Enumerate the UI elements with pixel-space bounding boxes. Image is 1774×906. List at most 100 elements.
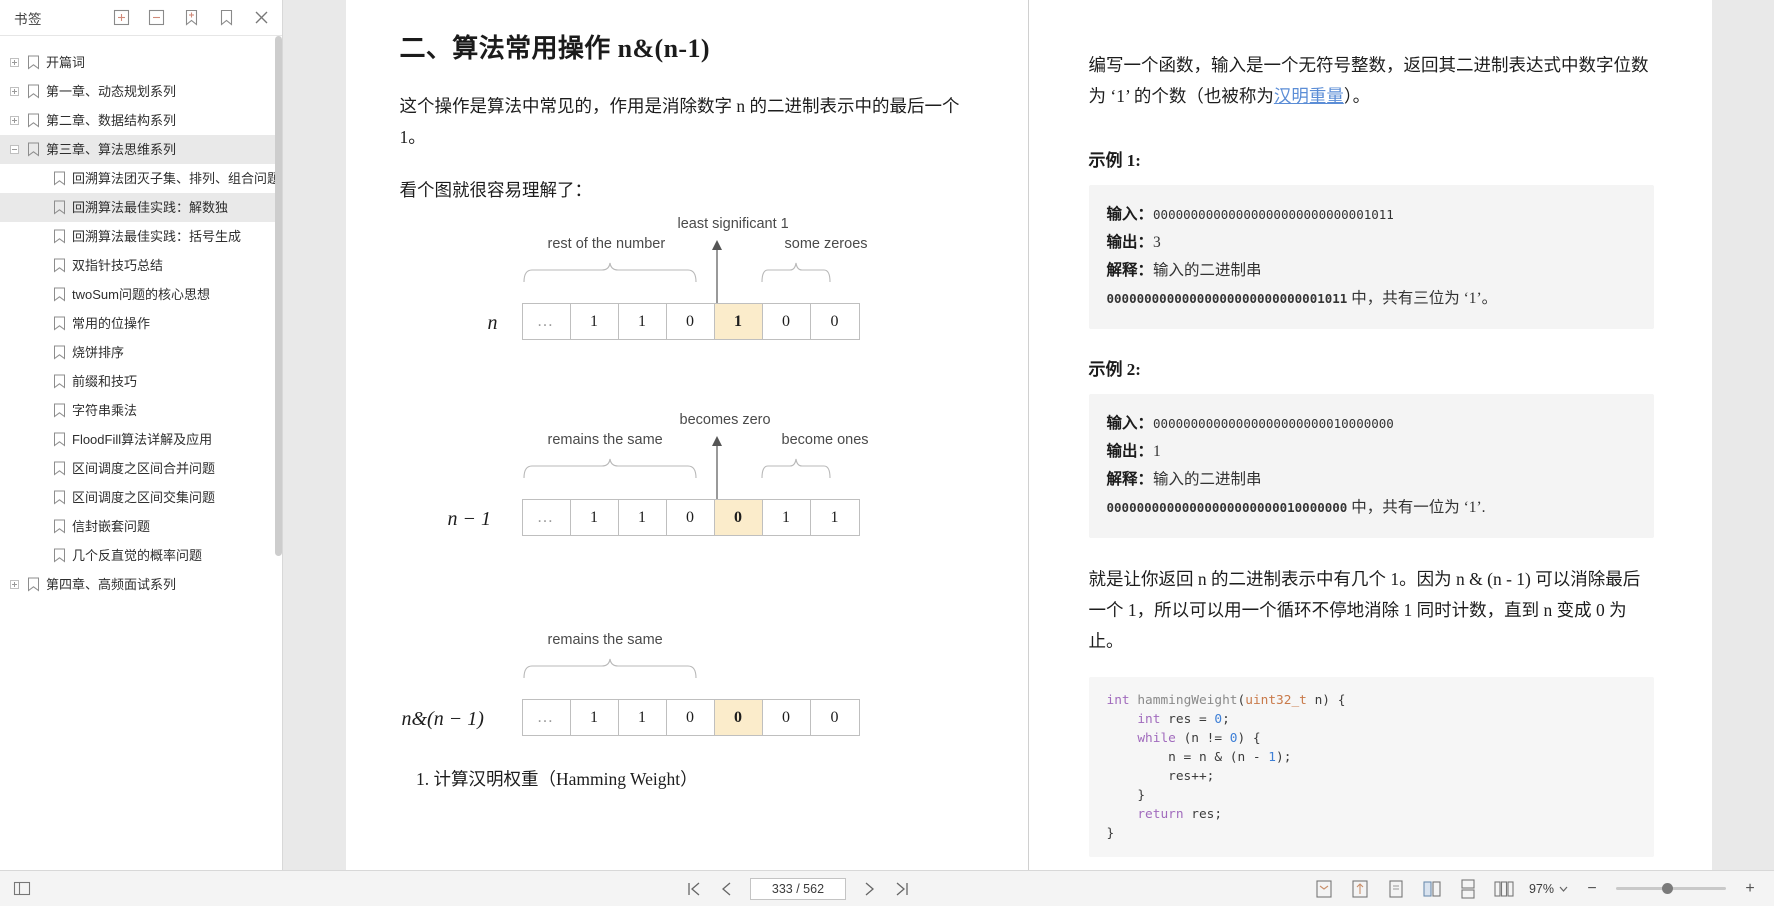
zoom-level-dropdown[interactable]: 97% bbox=[1529, 882, 1568, 896]
example-1-explain-line: 解释：输入的二进制串 bbox=[1107, 257, 1636, 285]
sidebar-item-label: FloodFill算法详解及应用 bbox=[72, 432, 213, 447]
sidebar-scrollbar[interactable] bbox=[275, 36, 282, 870]
figure-rowlabel-n-minus-1: n − 1 bbox=[447, 508, 492, 530]
sidebar-item[interactable]: 第二章、数据结构系列 bbox=[0, 106, 282, 135]
bit-cell: … bbox=[523, 500, 571, 535]
last-page-button[interactable] bbox=[892, 879, 912, 899]
expand-all-icon[interactable] bbox=[113, 9, 130, 26]
book-view-icon[interactable] bbox=[1493, 878, 1515, 900]
zoom-level-value: 97% bbox=[1528, 881, 1554, 896]
list-item: 计算汉明权重（Hamming Weight） bbox=[434, 764, 972, 794]
fit-page-icon[interactable] bbox=[1313, 878, 1335, 900]
example-2-input-line: 输入：00000000000000000000000010000000 bbox=[1107, 410, 1636, 438]
expand-icon[interactable] bbox=[10, 580, 19, 589]
facing-page-icon[interactable] bbox=[1421, 878, 1443, 900]
first-page-button[interactable] bbox=[684, 879, 704, 899]
bookmarks-toolbar bbox=[113, 9, 270, 26]
single-page-icon[interactable] bbox=[1385, 878, 1407, 900]
close-icon[interactable] bbox=[253, 9, 270, 26]
next-page-button[interactable] bbox=[859, 879, 879, 899]
previous-page-button[interactable] bbox=[717, 879, 737, 899]
sidebar-item[interactable]: 区间调度之区间合并问题 bbox=[0, 454, 282, 483]
figure-bits-n: … 1 1 0 1 0 0 bbox=[521, 303, 860, 340]
fit-width-icon[interactable] bbox=[1349, 878, 1371, 900]
sidebar-item[interactable]: FloodFill算法详解及应用 bbox=[0, 425, 282, 454]
spacer-icon bbox=[36, 290, 45, 299]
spacer-icon bbox=[36, 377, 45, 386]
zoom-in-button[interactable]: + bbox=[1740, 879, 1760, 899]
zoom-slider[interactable] bbox=[1616, 883, 1726, 894]
bit-cell: 1 bbox=[830, 508, 839, 526]
bookmark-icon bbox=[54, 548, 65, 563]
sidebar-item[interactable]: 区间调度之区间交集问题 bbox=[0, 483, 282, 512]
sidebar-item[interactable]: 第三章、算法思维系列 bbox=[0, 135, 282, 164]
sidebar-item-label: 区间调度之区间合并问题 bbox=[72, 461, 216, 476]
sidebar-item[interactable]: 信封嵌套问题 bbox=[0, 512, 282, 541]
sidebar-item[interactable]: 几个反直觉的概率问题 bbox=[0, 541, 282, 570]
sidebar-scrollbar-thumb[interactable] bbox=[275, 36, 282, 556]
bookmark-icon bbox=[54, 345, 65, 360]
bookmarks-header: 书签 bbox=[0, 0, 282, 36]
bit-cell: 1 bbox=[571, 500, 619, 535]
bit-cell: … bbox=[523, 304, 571, 339]
collapse-icon[interactable] bbox=[10, 145, 19, 154]
figure-label-becomes-zero: becomes zero bbox=[679, 412, 771, 428]
example-2-explain-label: 解释： bbox=[1106, 471, 1154, 488]
sidebar-item[interactable]: 烧饼排序 bbox=[0, 338, 282, 367]
sidebar-item[interactable]: 字符串乘法 bbox=[0, 396, 282, 425]
page-left: 二、算法常用操作 n&(n-1) 这个操作是算法中常见的，作用是消除数字 n 的… bbox=[345, 0, 1029, 870]
zoom-out-button[interactable]: − bbox=[1582, 879, 1602, 899]
hamming-weight-link[interactable]: 汉明重量 bbox=[1274, 86, 1344, 106]
brace-left-1 bbox=[522, 262, 697, 283]
zoom-slider-knob[interactable] bbox=[1662, 883, 1673, 894]
expand-icon[interactable] bbox=[10, 87, 19, 96]
page-number-input[interactable]: 333 / 562 bbox=[749, 877, 846, 900]
sidebar-item[interactable]: twoSum问题的核心思想 bbox=[0, 280, 282, 309]
example-1-explain-binary-line: 00000000000000000000000000001011 中，共有三位为… bbox=[1107, 285, 1636, 313]
sidebar-item-label: 开篇词 bbox=[46, 55, 86, 70]
bookmark-icon bbox=[28, 55, 39, 70]
bookmarks-list[interactable]: 开篇词第一章、动态规划系列 第二章、数据结构系列 第三章、算法思维系列 回溯算法团灭子… bbox=[0, 36, 282, 870]
sidebar-toggle-icon[interactable] bbox=[12, 878, 34, 900]
bookmark-icon[interactable] bbox=[218, 9, 235, 26]
example-1-explain-binary: 00000000000000000000000000001011 bbox=[1106, 291, 1348, 306]
sidebar-item[interactable]: 常用的位操作 bbox=[0, 309, 282, 338]
spacer-icon bbox=[36, 174, 45, 183]
sidebar-item-label: twoSum问题的核心思想 bbox=[72, 287, 210, 302]
sidebar-item[interactable]: 回溯算法最佳实践：括号生成 bbox=[0, 222, 282, 251]
example-2-explain-binary-line: 00000000000000000000000010000000 中，共有一位为… bbox=[1107, 494, 1636, 522]
figure-label-become-ones: become ones bbox=[781, 432, 869, 448]
example-1-box: 输入：00000000000000000000000000001011 输出：3… bbox=[1088, 185, 1654, 329]
add-bookmark-icon[interactable] bbox=[183, 9, 200, 26]
sidebar-item[interactable]: 回溯算法团灭子集、排列、组合问题 bbox=[0, 164, 282, 193]
example-2-explain-binary: 00000000000000000000000010000000 bbox=[1106, 500, 1348, 515]
sidebar-item-label: 区间调度之区间交集问题 bbox=[72, 490, 216, 505]
spacer-icon bbox=[36, 203, 45, 212]
expand-icon[interactable] bbox=[10, 58, 19, 67]
spacer-icon bbox=[36, 261, 45, 270]
bookmark-icon bbox=[28, 113, 39, 128]
sidebar-item[interactable]: 开篇词 bbox=[0, 48, 282, 77]
bit-cell: 1 bbox=[619, 304, 667, 339]
bookmarks-sidebar: 书签 开篇词 第一章、动态规划系列 第二章、数据结构系列 第三章、算法思维系列 … bbox=[0, 0, 283, 870]
sidebar-item-label: 双指针技巧总结 bbox=[72, 258, 164, 273]
spacer-icon bbox=[36, 232, 45, 241]
example-2-output-line: 输出：1 bbox=[1107, 438, 1636, 466]
sidebar-item[interactable]: 双指针技巧总结 bbox=[0, 251, 282, 280]
figure-rowlabel-n-and: n&(n − 1) bbox=[401, 708, 484, 730]
bit-cell: 0 bbox=[714, 700, 763, 735]
continuous-page-icon[interactable] bbox=[1457, 878, 1479, 900]
example-1-explain-label: 解释： bbox=[1106, 262, 1154, 279]
figure-row-n: rest of the number least significant 1 s… bbox=[400, 216, 972, 356]
sidebar-item[interactable]: 前缀和技巧 bbox=[0, 367, 282, 396]
spacer-icon bbox=[36, 348, 45, 357]
sidebar-item-label: 字符串乘法 bbox=[72, 403, 138, 418]
sidebar-item[interactable]: 第四章、高频面试系列 bbox=[0, 570, 282, 599]
bookmark-icon bbox=[54, 287, 65, 302]
figure-row-n-minus-1: remains the same becomes zero become one… bbox=[400, 412, 972, 552]
sidebar-item[interactable]: 回溯算法最佳实践：解数独 bbox=[0, 193, 282, 222]
expand-icon[interactable] bbox=[10, 116, 19, 125]
collapse-all-icon[interactable] bbox=[148, 9, 165, 26]
page-right: 编写一个函数，输入是一个无符号整数，返回其二进制表达式中数字位数为 ‘1’ 的个… bbox=[1028, 0, 1712, 870]
sidebar-item[interactable]: 第一章、动态规划系列 bbox=[0, 77, 282, 106]
